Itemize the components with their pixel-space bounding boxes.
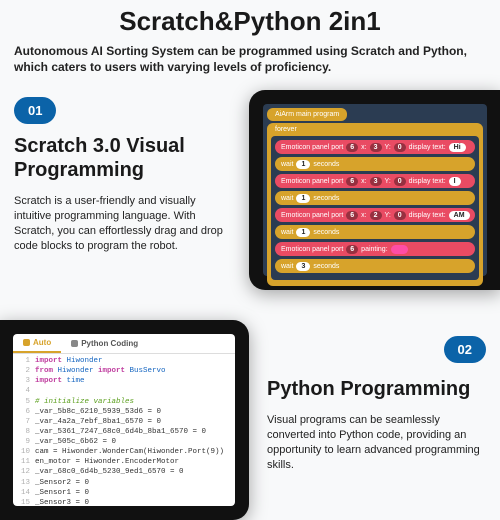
code-line: 6_var_5b8c_6210_5939_53d6 = 0	[17, 407, 231, 417]
code-line: 10cam = Hiwonder.WonderCam(Hiwonder.Port…	[17, 447, 231, 457]
tablet-scratch: AiArm main program forever Emoticon pane…	[249, 90, 500, 290]
code-line: 7_var_4a2a_7ebf_8ba1_6570 = 0	[17, 417, 231, 427]
scratch-block: Emoticon panel port6x:2Y:0display text:A…	[275, 208, 475, 222]
python-icon	[71, 340, 78, 347]
page-subtitle: Autonomous AI Sorting System can be prog…	[0, 43, 500, 87]
code-line: 8_var_5361_7247_68c0_6d4b_8ba1_6570 = 0	[17, 427, 231, 437]
scratch-canvas: AiArm main program forever Emoticon pane…	[263, 104, 487, 276]
forever-label: forever	[271, 126, 479, 136]
page-title: Scratch&Python 2in1	[0, 0, 500, 43]
scratch-block: wait1seconds	[275, 225, 475, 239]
tab-auto[interactable]: Auto	[13, 334, 61, 353]
tablet-python: Auto Python Coding 1import Hiwonder2from…	[0, 320, 249, 520]
code-line: 2from Hiwonder import BusServo	[17, 366, 231, 376]
scratch-block: Emoticon panel port6painting:	[275, 242, 475, 256]
badge-02: 02	[444, 336, 486, 363]
code-line: 1import Hiwonder	[17, 356, 231, 366]
code-line: 4	[17, 386, 231, 396]
body-python: Visual programs can be seamlessly conver…	[267, 413, 486, 472]
scratch-block: Emoticon panel port6x:3Y:0display text:I	[275, 174, 475, 188]
scratch-hat-block: AiArm main program	[267, 108, 347, 121]
code-line: 9_var_505c_6b62 = 0	[17, 437, 231, 447]
body-scratch: Scratch is a user-friendly and visually …	[14, 194, 234, 253]
scratch-block: wait1seconds	[275, 191, 475, 205]
heading-python: Python Programming	[267, 377, 486, 401]
code-line: 3import time	[17, 376, 231, 386]
scratch-block: wait3seconds	[275, 259, 475, 273]
code-line: 13_Sensor2 = 0	[17, 478, 231, 488]
tab-auto-label: Auto	[33, 338, 51, 347]
auto-icon	[23, 339, 30, 346]
scratch-forever-block: forever Emoticon panel port6x:3Y:0displa…	[267, 123, 483, 286]
code-line: 12_var_68c0_6d4b_5230_9ed1_6570 = 0	[17, 467, 231, 477]
tab-python-label: Python Coding	[81, 339, 138, 348]
code-editor: Auto Python Coding 1import Hiwonder2from…	[13, 334, 235, 506]
scratch-block: wait1seconds	[275, 157, 475, 171]
code-line: 14_Sensor1 = 0	[17, 488, 231, 498]
code-line: 15_Sensor3 = 0	[17, 498, 231, 506]
tab-python-coding[interactable]: Python Coding	[61, 334, 148, 353]
code-tabs: Auto Python Coding	[13, 334, 235, 354]
code-line: 5# initialize variables	[17, 397, 231, 407]
scratch-block: Emoticon panel port6x:3Y:0display text:H…	[275, 140, 475, 154]
heading-scratch: Scratch 3.0 Visual Programming	[14, 134, 234, 182]
badge-01: 01	[14, 97, 56, 124]
code-line: 11en_motor = Hiwonder.EncoderMotor	[17, 457, 231, 467]
